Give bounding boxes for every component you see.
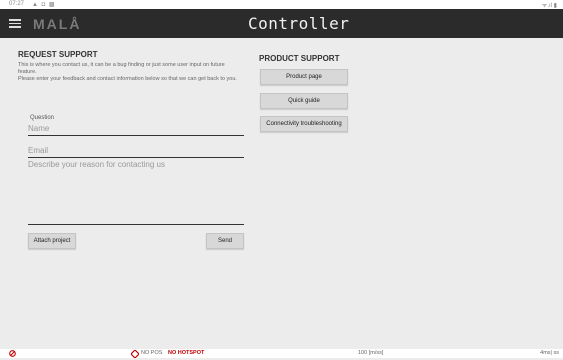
page-title: Controller (248, 14, 350, 33)
signal-battery-icons: ᯤ.ıl ▮ (541, 3, 557, 9)
time-readout: 4ms| ss (540, 350, 559, 356)
email-field[interactable]: Email (28, 146, 244, 158)
gps-status: NO POS (141, 350, 163, 356)
reason-textarea[interactable]: Describe your reason for contacting us (28, 160, 244, 225)
intro-text-1: This is where you contact us, it can be … (18, 62, 225, 75)
hotspot-status: NO HOTSPOT (168, 350, 205, 356)
app-status-bar: NO POS NO HOTSPOT 100 [m/ss] 4ms| ss (0, 349, 563, 360)
product-support-heading: PRODUCT SUPPORT (259, 54, 340, 63)
connectivity-troubleshooting-button[interactable]: Connectivity troubleshooting (260, 116, 348, 132)
send-button[interactable]: Send (206, 233, 244, 249)
system-status-bar: 07:27 ▲ ◘ ▩ ᯤ.ıl ▮ (0, 0, 563, 9)
request-support-heading: REQUEST SUPPORT (18, 50, 98, 59)
quick-guide-button[interactable]: Quick guide (260, 93, 348, 109)
request-type-select[interactable]: Question (30, 115, 54, 121)
name-field[interactable]: Name (28, 124, 244, 136)
intro-text-2: Please enter your feedback and contact i… (18, 76, 237, 82)
clock: 07:27 (9, 1, 25, 7)
speed-readout: 100 [m/ss] (358, 350, 384, 356)
app-header: MALÅ Controller (0, 9, 563, 38)
reason-placeholder: Describe your reason for contacting us (28, 160, 165, 169)
menu-icon[interactable] (9, 17, 21, 29)
gps-icon (130, 349, 140, 360)
mala-logo: MALÅ (33, 16, 82, 32)
attach-project-button[interactable]: Attach project (28, 233, 76, 249)
system-notification-icons: ▲ ◘ ▩ (32, 2, 56, 8)
product-page-button[interactable]: Product page (260, 69, 348, 85)
